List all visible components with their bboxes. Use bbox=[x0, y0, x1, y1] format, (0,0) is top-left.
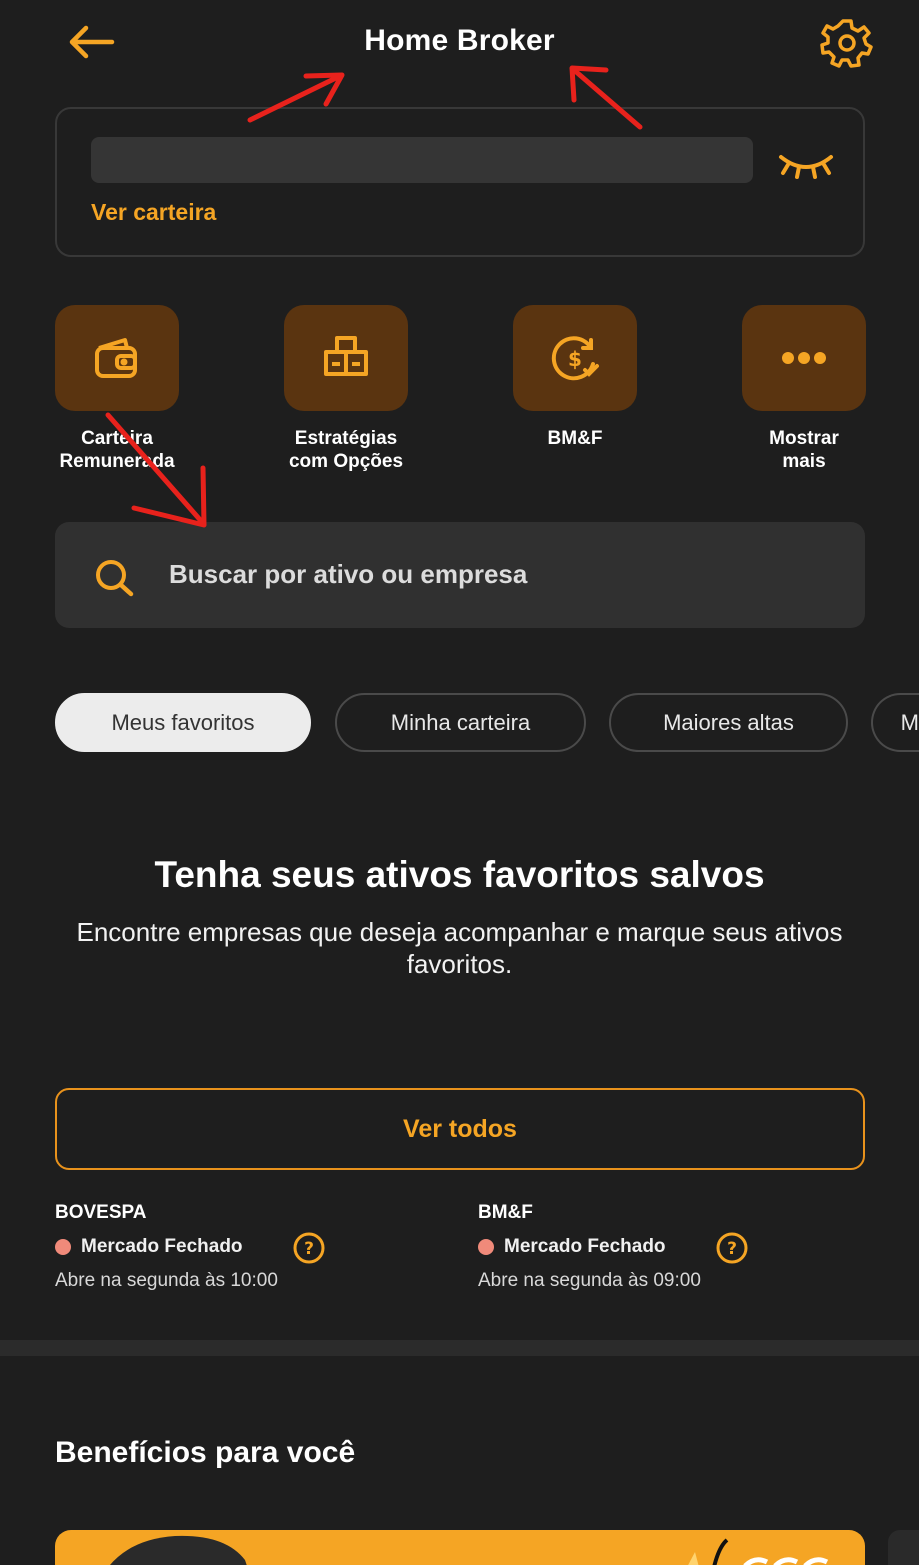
tab-meus-favoritos[interactable]: Meus favoritos bbox=[55, 693, 311, 752]
quick-action-bmf[interactable]: $ bbox=[513, 305, 637, 411]
toggle-balance-visibility-button[interactable] bbox=[775, 145, 837, 181]
quick-action-show-more[interactable] bbox=[742, 305, 866, 411]
market-opening-time: Abre na segunda às 10:00 bbox=[55, 1270, 278, 1291]
quick-action-label: BM&F bbox=[547, 428, 603, 449]
market-bmf: BM&F Mercado Fechado ? Abre na segunda à… bbox=[478, 1202, 748, 1291]
wallet-icon bbox=[95, 338, 137, 378]
boxes-icon bbox=[324, 336, 368, 376]
search-input[interactable]: Buscar por ativo ou empresa bbox=[55, 522, 865, 628]
quick-action-label: Mostrar mais bbox=[769, 428, 839, 472]
benefits-title: Benefícios para você bbox=[55, 1436, 356, 1469]
svg-text:?: ? bbox=[304, 1239, 314, 1259]
balance-card: Ver carteira bbox=[55, 107, 865, 257]
help-icon[interactable]: ? bbox=[292, 1231, 326, 1265]
hidden-balance-bar bbox=[91, 137, 753, 183]
more-dots-icon bbox=[782, 352, 826, 364]
annotation-arrow-head bbox=[569, 65, 609, 103]
quick-action-estrategias-opcoes[interactable] bbox=[284, 305, 408, 411]
next-benefit-card[interactable] bbox=[888, 1530, 919, 1565]
annotation-arrow-head bbox=[131, 465, 207, 528]
tab-maiores-altas[interactable]: Maiores altas bbox=[609, 693, 848, 752]
help-icon[interactable]: ? bbox=[715, 1231, 749, 1265]
view-wallet-link[interactable]: Ver carteira bbox=[91, 199, 216, 226]
svg-text:?: ? bbox=[727, 1239, 737, 1259]
market-name: BM&F bbox=[478, 1202, 533, 1223]
promo-image bbox=[109, 1535, 829, 1565]
settings-button[interactable] bbox=[816, 16, 878, 70]
market-status: Mercado Fechado bbox=[504, 1236, 666, 1257]
section-divider bbox=[0, 1340, 919, 1356]
empty-state-title: Tenha seus ativos favoritos salvos bbox=[154, 854, 765, 895]
gear-icon bbox=[820, 19, 873, 68]
quick-action-label: Estratégias com Opções bbox=[288, 428, 404, 472]
eye-closed-icon bbox=[779, 155, 833, 179]
search-icon bbox=[96, 560, 134, 597]
tab-minha-carteira[interactable]: Minha carteira bbox=[335, 693, 586, 752]
market-opening-time: Abre na segunda às 09:00 bbox=[478, 1270, 701, 1291]
tab-partial[interactable]: M bbox=[871, 693, 919, 752]
search-placeholder: Buscar por ativo ou empresa bbox=[169, 559, 528, 589]
see-all-button[interactable]: Ver todos bbox=[55, 1088, 865, 1170]
benefit-promo-card[interactable] bbox=[55, 1530, 865, 1565]
page-title: Home Broker bbox=[364, 24, 555, 57]
status-dot bbox=[478, 1239, 494, 1255]
quick-action-label: Carteira Remunerada bbox=[59, 428, 175, 472]
market-name: BOVESPA bbox=[55, 1202, 147, 1223]
svg-text:$: $ bbox=[568, 347, 582, 371]
dollar-exchange-icon: $ bbox=[551, 336, 599, 381]
quick-action-carteira-remunerada[interactable] bbox=[55, 305, 179, 411]
annotation-arrow-head bbox=[303, 72, 345, 107]
empty-state-description: Encontre empresas que deseja acompanhar … bbox=[76, 917, 843, 979]
status-dot bbox=[55, 1239, 71, 1255]
market-bovespa: BOVESPA Mercado Fechado ? Abre na segund… bbox=[55, 1202, 325, 1291]
market-status: Mercado Fechado bbox=[81, 1236, 243, 1257]
